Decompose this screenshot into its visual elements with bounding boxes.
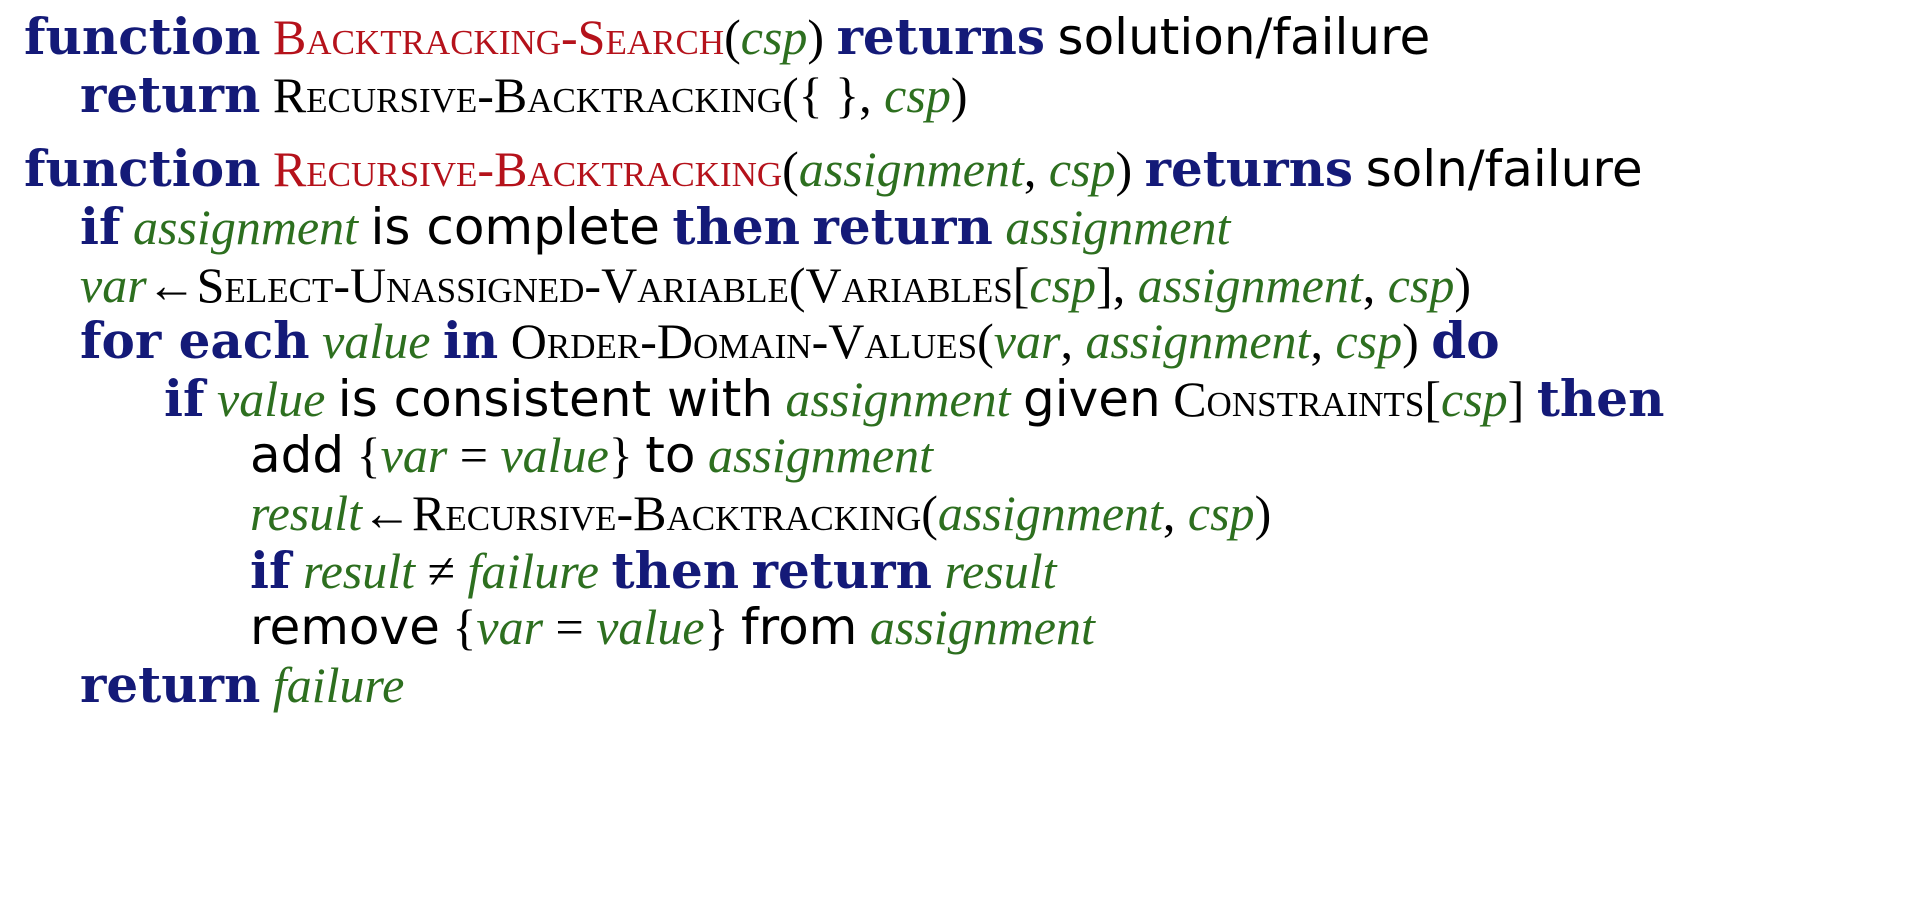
return-type-soln-failure: soln/failure (1365, 140, 1643, 198)
var-result: result (250, 485, 363, 541)
equals-sign: = (459, 427, 488, 483)
return-type-solution-failure: solution/failure (1057, 8, 1431, 66)
text-add: add (250, 426, 345, 484)
comma: , (1310, 313, 1323, 369)
text-is-complete: is complete (370, 198, 660, 256)
var-assignment: assignment (133, 199, 359, 255)
var-assignment: assignment (1005, 199, 1231, 255)
function-name-backtracking-search: Backtracking-Search (272, 9, 725, 65)
close-brace: } (608, 427, 633, 483)
close-paren: ) (950, 67, 968, 123)
keyword-return: return (80, 655, 261, 714)
close-brace: } (704, 599, 729, 655)
open-paren: ( (724, 9, 741, 65)
keyword-return: return (812, 197, 993, 256)
open-paren: ( (782, 67, 799, 123)
keyword-for-each: for each (80, 311, 310, 370)
var-failure: failure (272, 657, 405, 713)
var-csp: csp (1387, 257, 1455, 313)
var-assignment: assignment (1085, 313, 1311, 369)
keyword-function: function (24, 7, 261, 66)
var-csp: csp (1441, 371, 1508, 427)
var-failure: failure (467, 543, 599, 599)
var-assignment: assignment (1137, 257, 1363, 313)
open-paren: ( (977, 313, 994, 369)
var-csp: csp (1048, 141, 1116, 197)
keyword-function: function (24, 139, 261, 198)
var-result: result (303, 543, 416, 599)
function-order-domain-values: Order-Domain-Values (510, 313, 978, 369)
line-return-recursive-call: return Recursive-Backtracking({ }, csp) (0, 60, 967, 130)
open-bracket: [ (1012, 257, 1030, 313)
var-csp: csp (1029, 257, 1097, 313)
comma: , (1060, 313, 1073, 369)
keyword-in: in (442, 311, 499, 370)
close-paren: ) (1254, 485, 1272, 541)
keyword-if: if (80, 197, 121, 256)
open-paren: ( (788, 257, 806, 313)
var-result: result (944, 543, 1057, 599)
empty-set: { } (798, 67, 860, 123)
var-assignment: assignment (785, 371, 1011, 427)
var-value: value (217, 371, 326, 427)
close-bracket: ] (1507, 371, 1525, 427)
algorithm-listing: function Backtracking-Search(csp) return… (0, 0, 1908, 900)
comma: , (1112, 257, 1126, 313)
open-brace: { (452, 599, 477, 655)
function-constraints: Constraints (1173, 371, 1425, 427)
var-assignment: assignment (869, 599, 1095, 655)
keyword-do: do (1431, 311, 1500, 370)
close-paren: ) (1454, 257, 1472, 313)
var-var: var (380, 427, 448, 483)
text-from: from (741, 598, 858, 656)
keyword-return: return (80, 65, 261, 124)
open-bracket: [ (1424, 371, 1442, 427)
keyword-then: then (672, 197, 801, 256)
close-paren: ) (1402, 313, 1419, 369)
function-name-recursive-backtracking: Recursive-Backtracking (272, 141, 783, 197)
var-assignment: assignment (707, 427, 933, 483)
function-recursive-backtracking: Recursive-Backtracking (412, 485, 922, 541)
keyword-returns: returns (836, 7, 1046, 66)
var-var: var (993, 313, 1061, 369)
open-paren: ( (782, 141, 799, 197)
function-select-unassigned-variable: Select-Unassigned-Variable (196, 257, 789, 313)
keyword-returns: returns (1144, 139, 1354, 198)
var-csp: csp (884, 67, 951, 123)
function-variables: Variables (805, 257, 1013, 313)
comma: , (859, 67, 872, 123)
close-bracket: ] (1096, 257, 1113, 313)
comma: , (1362, 257, 1376, 313)
text-to: to (645, 426, 696, 484)
equals-sign: = (555, 599, 584, 655)
text-remove: remove (250, 598, 440, 656)
var-var: var (476, 599, 544, 655)
comma: , (1023, 141, 1037, 197)
var-value: value (500, 427, 609, 483)
var-var: var (80, 257, 147, 313)
var-value: value (596, 599, 705, 655)
open-brace: { (356, 427, 381, 483)
function-recursive-backtracking: Recursive-Backtracking (272, 67, 783, 123)
close-paren: ) (807, 9, 825, 65)
keyword-then: then (1536, 369, 1665, 428)
not-equal-sign: ≠ (427, 543, 456, 599)
var-csp: csp (1187, 485, 1255, 541)
assign-arrow: ← (146, 257, 197, 313)
var-csp: csp (1335, 313, 1403, 369)
assign-arrow: ← (362, 485, 413, 541)
line-return-failure: return failure (0, 650, 404, 720)
open-paren: ( (921, 485, 938, 541)
comma: , (1162, 485, 1176, 541)
var-assignment: assignment (937, 485, 1163, 541)
var-assignment: assignment (798, 141, 1024, 197)
text-given: given (1023, 370, 1161, 428)
close-paren: ) (1115, 141, 1133, 197)
var-csp: csp (740, 9, 808, 65)
var-value: value (322, 313, 431, 369)
